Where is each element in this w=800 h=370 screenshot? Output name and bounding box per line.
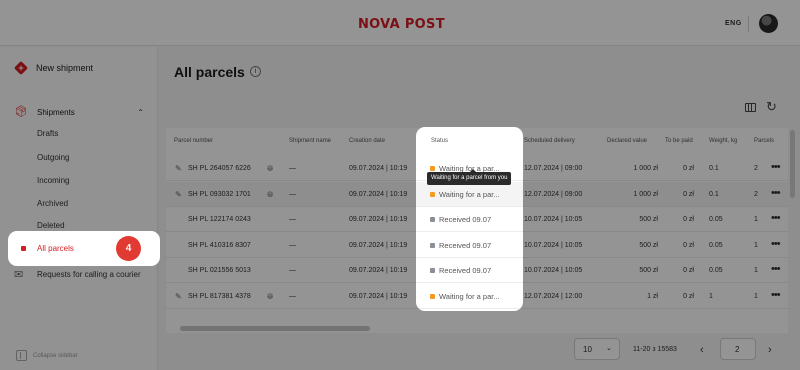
status-dot [430,242,435,248]
active-marker-icon [21,246,26,251]
status-tooltip: Waiting for a parcel from you [427,169,512,185]
status-text: Received 09.07 [439,215,492,224]
status-dot [430,293,435,299]
status-text: Received 09.07 [439,240,492,250]
sidebar-item-label: All parcels [37,244,74,253]
status-cell[interactable]: Received 09.07 [416,207,523,232]
status-header: Status [431,138,449,144]
tour-overlay [0,0,800,370]
status-cell[interactable]: Received 09.07 [416,258,523,283]
status-cell[interactable]: Waiting for a par... [416,284,523,309]
status-cell[interactable]: Received 09.07 [416,233,523,258]
status-dot [430,166,435,171]
status-text: Received 09.07 [439,266,492,275]
sidebar-item-all-parcels[interactable]: All parcels 4 [8,231,160,266]
status-cell[interactable]: Waiting for a par... [416,181,523,207]
status-dot [430,191,435,197]
page: NOVA POST ENG + New shipment 📦︎ Shipment… [0,0,800,370]
status-column-highlight: Status Waiting for a par... Waiting for a… [416,127,523,311]
status-text: Waiting for a par... [439,291,500,301]
step-badge: 4 [116,236,141,261]
status-dot [430,268,435,273]
status-text: Waiting for a par... [439,189,500,199]
status-dot [430,217,435,222]
